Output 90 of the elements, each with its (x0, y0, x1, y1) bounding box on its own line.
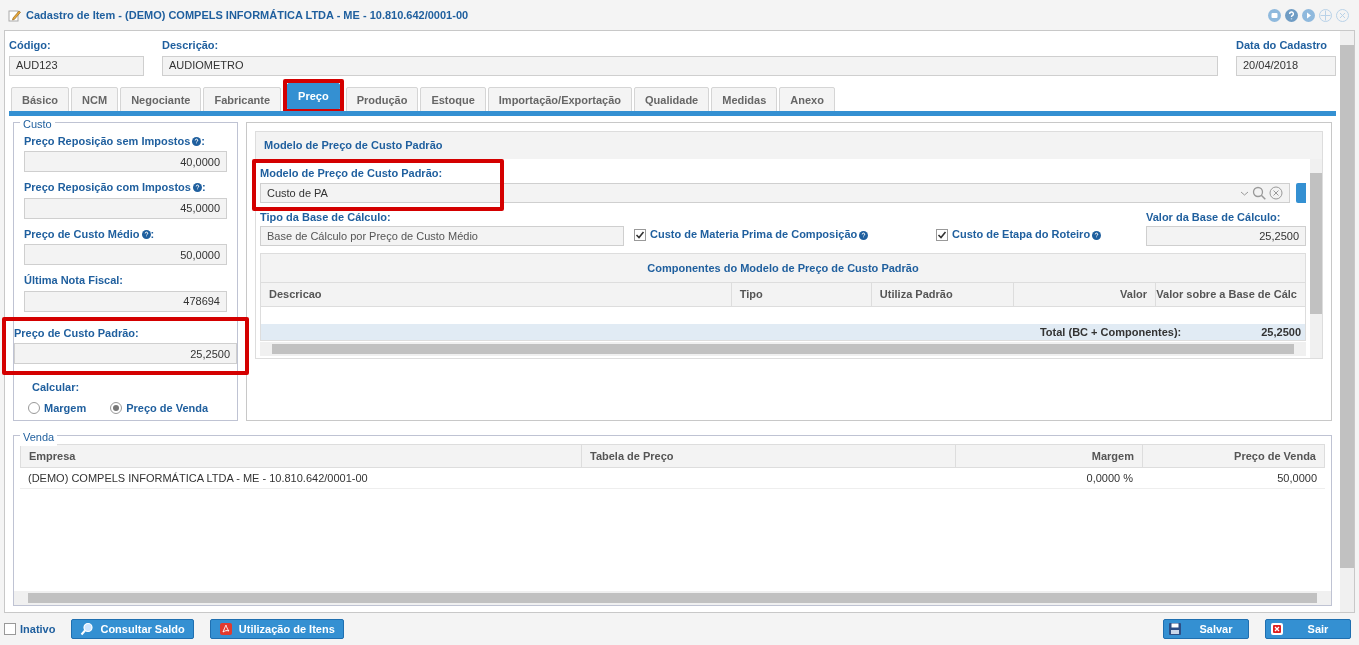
field-label: Data do Cadastro (1236, 38, 1329, 53)
move-icon[interactable] (1319, 8, 1332, 22)
column-header[interactable]: Preço de Venda (1142, 445, 1324, 468)
panel-header: Modelo de Preço de Custo Padrão (256, 131, 1322, 159)
help-icon[interactable] (1092, 230, 1102, 240)
search-icon[interactable] (1252, 186, 1266, 201)
label-colon: : (201, 133, 205, 149)
tab[interactable]: Qualidade (634, 86, 710, 113)
table-cell-text: (DEMO) COMPELS INFORMÁTICA LTDA - ME - 10.810.642/0001-00 (27, 471, 369, 486)
table-title: Componentes do Modelo de Preço de Custo Padrão (261, 253, 1305, 282)
field-label: Preço de Custo Médio (24, 226, 140, 242)
label-colon: : (119, 273, 124, 289)
field-label: Código: (9, 38, 52, 53)
column-header[interactable]: Valor (1012, 282, 1155, 306)
vertical-scrollbar[interactable] (1310, 158, 1322, 358)
radio-button[interactable] (110, 402, 123, 414)
column-header[interactable]: Tabela de Preço (581, 445, 955, 468)
pencil-icon (8, 8, 21, 22)
field-label: Tipo da Base de Cálculo: (260, 210, 392, 226)
input-field[interactable]: 45,0000 (24, 197, 227, 219)
save-button[interactable]: Salvar (1163, 619, 1249, 639)
checkbox[interactable] (634, 228, 646, 241)
tab[interactable]: Negociante (120, 86, 202, 113)
dropdown-field[interactable]: Custo de PA (260, 183, 1290, 204)
checkbox[interactable] (936, 228, 948, 241)
field-label: Preço Reposição com Impostos (24, 180, 191, 196)
tab[interactable]: Anexo (779, 86, 835, 113)
input-field[interactable]: 50,0000 (24, 244, 227, 266)
field-label: Preço Reposição sem Impostos (24, 133, 191, 149)
checkbox-label[interactable]: Inativo (20, 620, 56, 638)
checkbox-label[interactable]: Custo de Etapa do Roteiro (952, 226, 1102, 243)
horizontal-scrollbar[interactable] (14, 591, 1331, 605)
tab[interactable]: Fabricante (203, 86, 282, 113)
input-field[interactable]: 478694 (24, 290, 227, 312)
field-label: Valor da Base de Cálculo: (1146, 210, 1282, 226)
field-label: Descrição: (162, 38, 220, 53)
column-header[interactable]: Utiliza Padrão (870, 282, 1013, 306)
field-label: Modelo de Preço de Custo Padrão: (260, 165, 444, 181)
input-field[interactable]: 25,2500 (14, 343, 237, 365)
input-field[interactable]: 20/04/2018 (1236, 55, 1336, 76)
table-cell-text: 0,0000 % (1085, 471, 1134, 486)
partial-button[interactable] (1296, 183, 1306, 204)
checkbox-label[interactable]: Custo de Materia Prima de Composição (650, 226, 869, 243)
tab[interactable]: Importação/Exportação (487, 86, 633, 113)
input-field[interactable]: 40,0000 (24, 151, 227, 173)
action-button[interactable]: Utilização de Itens (209, 619, 344, 639)
close-icon[interactable] (1336, 8, 1349, 22)
column-header[interactable]: Margem (955, 445, 1142, 468)
radio-option[interactable]: Margem (28, 399, 87, 417)
help-icon[interactable] (192, 136, 202, 146)
window-title: Cadastro de Item - (DEMO) COMPELS INFORMÁTICA LTDA - ME - 10.810.642/0001-00 (26, 7, 469, 23)
action-button[interactable]: Consultar Saldo (71, 619, 194, 639)
label-colon: : (135, 325, 139, 341)
floppy-icon (1168, 622, 1182, 636)
tab[interactable]: Preço (287, 82, 340, 109)
table-cell-text: 50,0000 (1276, 471, 1318, 486)
total-value: 25,2500 (1261, 324, 1301, 340)
tab[interactable]: NCM (71, 86, 119, 113)
input-field[interactable]: Base de Cálculo por Preço de Custo Médio (260, 225, 624, 246)
vertical-scrollbar[interactable] (1340, 31, 1354, 612)
checkbox[interactable] (4, 623, 16, 635)
label-colon: : (201, 180, 206, 196)
help-icon[interactable] (192, 183, 202, 192)
play-icon[interactable] (1302, 8, 1315, 22)
minimize-icon[interactable] (1268, 8, 1281, 22)
help-icon[interactable] (859, 230, 869, 240)
column-header[interactable]: Valor sobre a Base de Cálc (1155, 282, 1305, 306)
column-header[interactable]: Tipo (730, 282, 871, 306)
radio-button[interactable] (28, 402, 40, 414)
label-colon: : (150, 226, 155, 242)
help-icon[interactable] (141, 229, 151, 239)
input-field[interactable]: 25,2500 (1146, 225, 1306, 246)
magnifier-icon (80, 622, 95, 636)
radio-option[interactable]: Preço de Venda (110, 399, 209, 417)
input-field[interactable]: AUD123 (9, 55, 144, 76)
tab[interactable]: Medidas (711, 86, 778, 113)
column-header[interactable]: Empresa (21, 445, 581, 468)
help-icon[interactable] (1285, 8, 1298, 22)
exit-icon (1270, 622, 1284, 636)
tab[interactable]: Básico (11, 86, 70, 113)
document-icon (218, 622, 233, 636)
exit-button[interactable]: Sair (1265, 619, 1351, 639)
clear-icon[interactable] (1269, 186, 1283, 201)
horizontal-scrollbar[interactable] (260, 341, 1306, 356)
total-label: Total (BC + Componentes): (1039, 324, 1182, 340)
input-field[interactable]: AUDIOMETRO (162, 55, 1218, 76)
column-header[interactable]: Descricao (261, 282, 731, 306)
tab[interactable]: Produção (345, 86, 419, 113)
field-label: Calcular: (31, 380, 81, 396)
tab[interactable]: Estoque (420, 86, 486, 113)
